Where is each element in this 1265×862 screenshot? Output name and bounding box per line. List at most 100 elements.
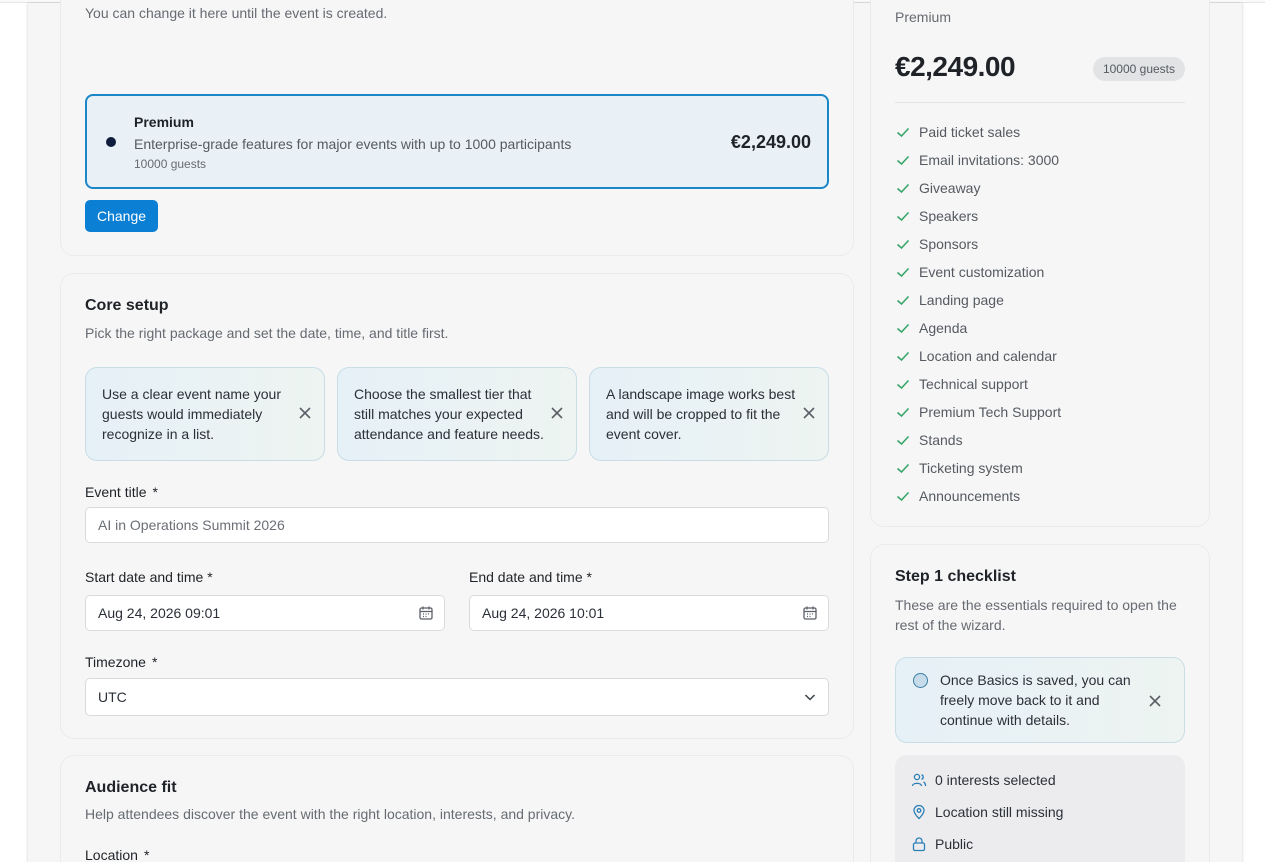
close-icon[interactable] bbox=[298, 406, 312, 420]
plan-option-premium[interactable]: Premium Enterprise-grade features for ma… bbox=[85, 94, 829, 189]
checklist-status: 0 interests selected Location still miss… bbox=[895, 755, 1185, 862]
plan-option-price: €2,249.00 bbox=[730, 132, 811, 152]
tip-text: Use a clear event name your guests would… bbox=[102, 386, 281, 442]
core-setup-title: Core setup bbox=[85, 297, 169, 314]
feature-label: Giveaway bbox=[919, 180, 981, 196]
core-setup-card: Core setup Pick the right package and se… bbox=[60, 273, 854, 739]
tip-card: Choose the smallest tier that still matc… bbox=[337, 367, 577, 461]
required-mark: * bbox=[143, 847, 150, 862]
end-date-value: Aug 24, 2026 10:01 bbox=[482, 605, 605, 621]
status-location: Location still missing bbox=[911, 802, 1063, 822]
check-icon bbox=[896, 435, 910, 446]
feature-label: Event customization bbox=[919, 264, 1045, 280]
feature-label: Speakers bbox=[919, 208, 979, 224]
plan-option-description: Enterprise-grade features for major even… bbox=[134, 136, 572, 152]
status-location-text: Location still missing bbox=[935, 804, 1064, 820]
chevron-down-icon bbox=[804, 694, 816, 701]
checklist-subtitle: These are the essentials required to ope… bbox=[895, 597, 1177, 633]
feature-item: Premium Tech Support bbox=[895, 398, 1061, 426]
start-date-input[interactable]: Aug 24, 2026 09:01 bbox=[85, 595, 445, 631]
end-date-input[interactable]: Aug 24, 2026 10:01 bbox=[469, 595, 829, 631]
lock-icon bbox=[912, 837, 926, 852]
timezone-select[interactable]: UTC bbox=[85, 678, 829, 716]
location-label-text: Location bbox=[85, 847, 138, 862]
event-title-input[interactable]: AI in Operations Summit 2026 bbox=[85, 507, 829, 543]
tip-card: A landscape image works best and will be… bbox=[589, 367, 829, 461]
feature-item: Landing page bbox=[895, 286, 1061, 314]
change-plan-button[interactable]: Change bbox=[85, 200, 158, 232]
calendar-icon[interactable] bbox=[802, 605, 818, 621]
start-date-value: Aug 24, 2026 09:01 bbox=[98, 605, 221, 621]
plan-option-name: Premium bbox=[134, 114, 194, 130]
timezone-label-text: Timezone bbox=[85, 654, 146, 670]
plan-option-guests: 10000 guests bbox=[134, 157, 207, 171]
audience-fit-subtitle: Help attendees discover the event with t… bbox=[85, 806, 576, 822]
location-label: Location * bbox=[85, 847, 149, 862]
checklist-card: Step 1 checklist These are the essential… bbox=[870, 544, 1210, 862]
check-icon bbox=[896, 127, 910, 138]
end-date-label: End date and time * bbox=[469, 569, 592, 585]
required-mark: * bbox=[586, 569, 592, 585]
feature-label: Technical support bbox=[919, 376, 1028, 392]
feature-item: Speakers bbox=[895, 202, 1061, 230]
close-icon[interactable] bbox=[1148, 694, 1162, 708]
timezone-value: UTC bbox=[98, 689, 127, 705]
tip-card: Use a clear event name your guests would… bbox=[85, 367, 325, 461]
timezone-label: Timezone * bbox=[85, 654, 157, 670]
feature-label: Ticketing system bbox=[919, 460, 1023, 476]
map-pin-icon bbox=[913, 804, 925, 820]
close-icon[interactable] bbox=[550, 406, 564, 420]
feature-list: Paid ticket sales Email invitations: 300… bbox=[895, 118, 1061, 510]
status-privacy: Public bbox=[911, 834, 973, 854]
check-icon bbox=[896, 267, 910, 278]
start-date-label: Start date and time * bbox=[85, 569, 213, 585]
feature-label: Email invitations: 3000 bbox=[919, 152, 1060, 168]
checklist-note-text: Once Basics is saved, you can freely mov… bbox=[940, 672, 1131, 728]
feature-item: Paid ticket sales bbox=[895, 118, 1061, 146]
calendar-icon[interactable] bbox=[418, 605, 434, 621]
check-icon bbox=[896, 295, 910, 306]
info-circle-icon bbox=[913, 673, 928, 688]
feature-label: Paid ticket sales bbox=[919, 124, 1021, 140]
status-interests-text: 0 interests selected bbox=[935, 772, 1056, 788]
feature-label: Premium Tech Support bbox=[919, 404, 1062, 420]
close-icon[interactable] bbox=[802, 406, 816, 420]
event-title-label: Event title * bbox=[85, 484, 158, 500]
status-privacy-text: Public bbox=[935, 836, 974, 852]
feature-item: Announcements bbox=[895, 482, 1061, 510]
summary-divider bbox=[895, 102, 1185, 103]
check-icon bbox=[896, 491, 910, 502]
feature-label: Announcements bbox=[919, 488, 1021, 504]
feature-label: Agenda bbox=[919, 320, 968, 336]
required-mark: * bbox=[151, 654, 158, 670]
users-icon bbox=[911, 773, 927, 787]
feature-item: Agenda bbox=[895, 314, 1061, 342]
tip-text: A landscape image works best and will be… bbox=[606, 386, 796, 442]
feature-item: Stands bbox=[895, 426, 1061, 454]
audience-fit-card: Audience fit Help attendees discover the… bbox=[60, 755, 854, 862]
feature-item: Ticketing system bbox=[895, 454, 1061, 482]
plan-card: You can change it here until the event i… bbox=[60, 0, 854, 256]
summary-price: €2,249.00 bbox=[895, 51, 1016, 82]
check-icon bbox=[896, 463, 910, 474]
start-date-label-text: Start date and time bbox=[85, 569, 204, 585]
tip-text: Choose the smallest tier that still matc… bbox=[354, 386, 544, 442]
feature-label: Landing page bbox=[919, 292, 1004, 308]
feature-item: Event customization bbox=[895, 258, 1061, 286]
feature-item: Location and calendar bbox=[895, 342, 1061, 370]
feature-label: Sponsors bbox=[919, 236, 979, 252]
audience-fit-title: Audience fit bbox=[85, 779, 177, 796]
page-frame: You can change it here until the event i… bbox=[28, 0, 1242, 862]
feature-label: Stands bbox=[919, 432, 963, 448]
checklist-title: Step 1 checklist bbox=[895, 568, 1016, 585]
feature-item: Sponsors bbox=[895, 230, 1061, 258]
check-icon bbox=[896, 239, 910, 250]
plan-hint: You can change it here until the event i… bbox=[85, 5, 388, 21]
check-icon bbox=[896, 351, 910, 362]
checklist-note: Once Basics is saved, you can freely mov… bbox=[895, 657, 1185, 743]
event-title-label-text: Event title bbox=[85, 484, 147, 500]
radio-selected-icon bbox=[106, 137, 116, 147]
core-setup-subtitle: Pick the right package and set the date,… bbox=[85, 325, 449, 341]
check-icon bbox=[896, 183, 910, 194]
check-icon bbox=[896, 379, 910, 390]
